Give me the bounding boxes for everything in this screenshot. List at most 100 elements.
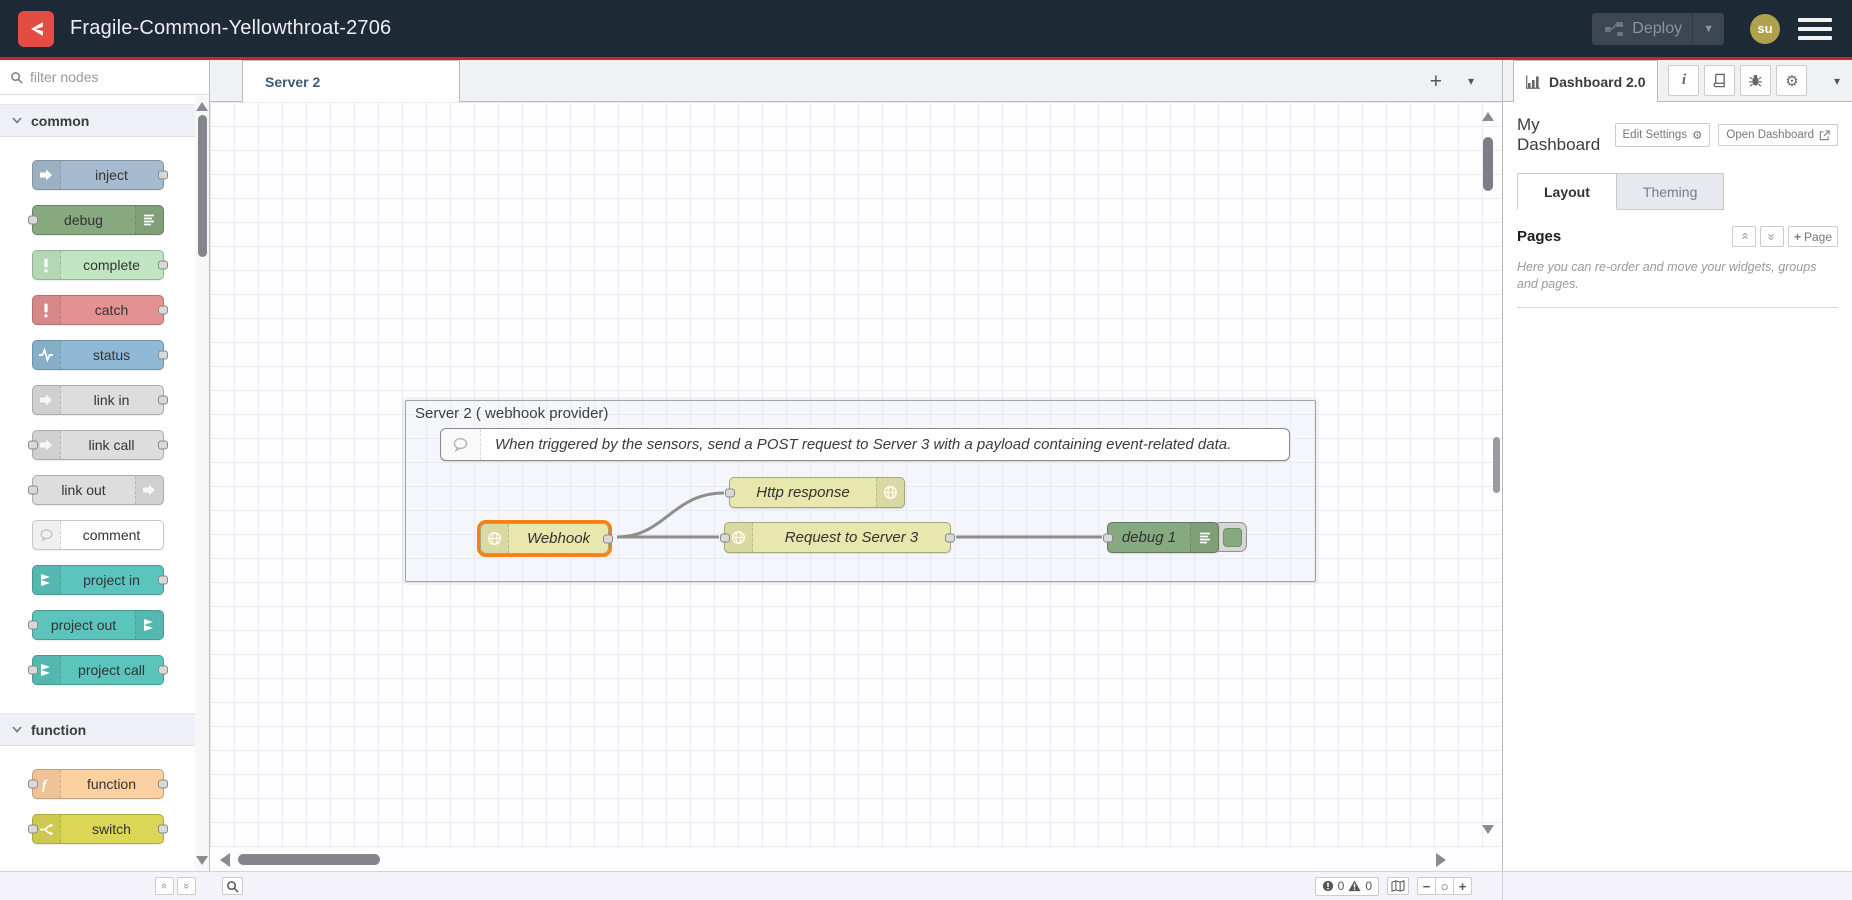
output-port[interactable] xyxy=(158,441,168,450)
add-flow-button[interactable]: + xyxy=(1430,71,1442,92)
exclamation-icon xyxy=(33,296,61,324)
palette-node-function[interactable]: ffunction xyxy=(32,769,164,799)
palette-node-project-out[interactable]: project out xyxy=(32,610,164,640)
user-avatar[interactable]: su xyxy=(1750,14,1780,44)
canvas-hscroll-thumb[interactable] xyxy=(238,854,380,865)
node-webhook[interactable]: Webhook xyxy=(480,523,609,554)
input-port[interactable] xyxy=(28,666,38,675)
config-gear-button[interactable]: ⚙ xyxy=(1776,65,1807,96)
group-title: Server 2 ( webhook provider) xyxy=(415,405,608,422)
canvas-scroll-left-icon[interactable] xyxy=(220,853,230,867)
palette-scrollbar[interactable] xyxy=(195,96,209,871)
edit-settings-button[interactable]: Edit Settings ⚙ xyxy=(1615,123,1711,147)
minimap-toggle-button[interactable] xyxy=(1387,877,1409,895)
input-port[interactable] xyxy=(28,441,38,450)
search-flows-button[interactable] xyxy=(222,877,243,895)
debug-bug-button[interactable] xyxy=(1740,65,1771,96)
help-book-button[interactable] xyxy=(1704,65,1735,96)
palette-scroll-up-icon[interactable] xyxy=(196,102,208,111)
palette-node-catch[interactable]: catch xyxy=(32,295,164,325)
error-circle-icon xyxy=(1322,880,1334,892)
debug-toggle-state xyxy=(1223,528,1242,547)
main-menu-button[interactable] xyxy=(1798,18,1832,40)
output-port[interactable] xyxy=(158,261,168,270)
globe-icon xyxy=(481,524,509,553)
footer: » » 0 0 − ○ + xyxy=(0,871,1852,900)
input-port[interactable] xyxy=(28,216,38,225)
input-port[interactable] xyxy=(28,825,38,834)
project-icon xyxy=(33,566,61,594)
input-port[interactable] xyxy=(725,488,735,497)
tab-server-2[interactable]: Server 2 xyxy=(242,60,460,102)
palette-node-switch[interactable]: switch xyxy=(32,814,164,844)
palette-expand-all-button[interactable]: » xyxy=(177,877,196,895)
node-red-app: Fragile-Common-Yellowthroat-2706 Deploy … xyxy=(0,0,1852,900)
palette-category-common[interactable]: common xyxy=(0,104,195,137)
node-label: debug 1 xyxy=(1108,529,1190,546)
node-debug-1[interactable]: debug 1 xyxy=(1107,522,1219,553)
output-port[interactable] xyxy=(945,533,955,542)
notifications-counter[interactable]: 0 0 xyxy=(1315,877,1379,896)
chevron-double-down-icon: » xyxy=(1764,233,1779,239)
palette-category-function[interactable]: function xyxy=(0,713,195,746)
chevron-double-up-icon: » xyxy=(1736,233,1751,239)
info-tab-button[interactable]: i xyxy=(1668,65,1699,96)
deploy-button[interactable]: Deploy ▼ xyxy=(1592,13,1724,45)
input-port[interactable] xyxy=(720,533,730,542)
zoom-in-button[interactable]: + xyxy=(1453,877,1472,895)
add-page-button[interactable]: + Page xyxy=(1788,226,1838,247)
comment-bubble-icon xyxy=(441,429,481,460)
deploy-options-caret[interactable]: ▼ xyxy=(1692,13,1724,45)
palette-node-project-call[interactable]: project call xyxy=(32,655,164,685)
input-port[interactable] xyxy=(1103,533,1113,542)
flow-list-caret[interactable]: ▾ xyxy=(1468,74,1474,88)
node-label: Webhook xyxy=(509,530,608,547)
output-port[interactable] xyxy=(158,576,168,585)
node-http-response[interactable]: Http response xyxy=(729,477,905,508)
palette-node-debug[interactable]: debug xyxy=(32,205,164,235)
canvas-scroll-right-icon[interactable] xyxy=(1436,853,1446,867)
output-port[interactable] xyxy=(158,351,168,360)
palette-node-link-out[interactable]: link out xyxy=(32,475,164,505)
palette-scrollbar-thumb[interactable] xyxy=(198,115,207,257)
palette-node-status[interactable]: status xyxy=(32,340,164,370)
palette-node-comment[interactable]: comment xyxy=(32,520,164,550)
palette-collapse-all-button[interactable]: » xyxy=(155,877,174,895)
palette-node-inject[interactable]: inject xyxy=(32,160,164,190)
move-page-up-button[interactable]: » xyxy=(1732,226,1756,247)
palette-node-link-in[interactable]: link in xyxy=(32,385,164,415)
tab-theming[interactable]: Theming xyxy=(1617,173,1724,210)
input-port[interactable] xyxy=(28,780,38,789)
sidebar-resize-handle[interactable] xyxy=(1493,437,1500,493)
input-port[interactable] xyxy=(28,486,38,495)
tab-dashboard-2[interactable]: Dashboard 2.0 xyxy=(1513,60,1658,102)
palette-scroll-down-icon[interactable] xyxy=(196,856,208,865)
output-port[interactable] xyxy=(603,534,613,543)
sidebar-menu-caret[interactable]: ▾ xyxy=(1834,74,1840,88)
palette-filter-input[interactable] xyxy=(30,69,170,85)
flow-canvas[interactable]: Server 2 ( webhook provider) When trigge… xyxy=(210,102,1502,848)
comment-node[interactable]: When triggered by the sensors, send a PO… xyxy=(440,428,1290,461)
output-port[interactable] xyxy=(158,396,168,405)
canvas-scroll-up-icon[interactable] xyxy=(1482,112,1494,121)
palette-node-link-call[interactable]: link call xyxy=(32,430,164,460)
open-dashboard-button[interactable]: Open Dashboard xyxy=(1718,124,1838,146)
palette-node-project-in[interactable]: project in xyxy=(32,565,164,595)
node-label: Request to Server 3 xyxy=(753,529,950,546)
tab-layout[interactable]: Layout xyxy=(1517,173,1617,210)
output-port[interactable] xyxy=(158,780,168,789)
canvas-horizontal-scrollbar[interactable] xyxy=(210,848,1502,871)
zoom-out-button[interactable]: − xyxy=(1417,877,1436,895)
output-port[interactable] xyxy=(158,306,168,315)
input-port[interactable] xyxy=(28,621,38,630)
palette-scroll-area: common inject debug complete catch status link… xyxy=(0,95,209,871)
move-page-down-button[interactable]: » xyxy=(1760,226,1784,247)
palette-node-complete[interactable]: complete xyxy=(32,250,164,280)
output-port[interactable] xyxy=(158,825,168,834)
node-request-to-server-3[interactable]: Request to Server 3 xyxy=(724,522,951,553)
output-port[interactable] xyxy=(158,666,168,675)
canvas-scroll-down-icon[interactable] xyxy=(1482,825,1494,834)
canvas-vscroll-thumb[interactable] xyxy=(1483,137,1493,191)
output-port[interactable] xyxy=(158,171,168,180)
zoom-reset-button[interactable]: ○ xyxy=(1435,877,1454,895)
